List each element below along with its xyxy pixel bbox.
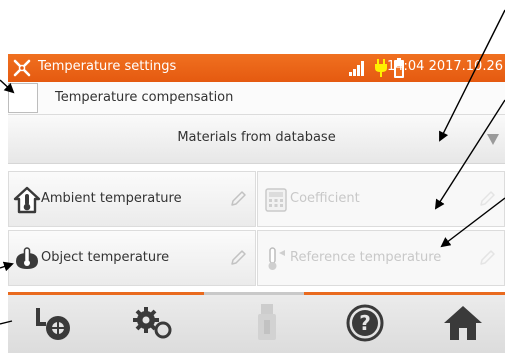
temperature-compensation-row[interactable]: Temperature compensation (8, 82, 505, 115)
plug-icon (375, 59, 387, 77)
pencil-icon (231, 191, 246, 206)
object-temperature-button[interactable]: Object temperature (8, 230, 256, 286)
object-thermometer-icon (16, 247, 38, 269)
pencil-icon (480, 191, 495, 206)
tools-icon (13, 59, 31, 77)
pencil-icon (480, 250, 495, 265)
pencil-icon (231, 250, 246, 265)
measurement-mode-icon[interactable] (32, 300, 78, 346)
tile-label: Object temperature (41, 250, 170, 265)
device-screen: Temperature settings 14:04 2017.10.26 Te… (8, 54, 505, 353)
clock: 14:04 2017.10.26 (386, 59, 503, 74)
reference-thermometer-icon (268, 247, 285, 270)
settings-gears-icon[interactable] (130, 300, 176, 346)
screen-title: Temperature settings (38, 59, 177, 74)
chevron-down-icon (487, 134, 499, 145)
reference-temperature-button[interactable]: Reference temperature (257, 230, 505, 286)
svg-text:?: ? (359, 311, 371, 335)
home-icon[interactable] (440, 300, 486, 346)
bottom-toolbar: ? (8, 292, 505, 353)
house-thermometer-icon (13, 186, 41, 214)
calculator-icon (265, 188, 287, 212)
tile-label: Ambient temperature (41, 191, 182, 206)
tile-label: Reference temperature (290, 250, 442, 265)
status-bar: Temperature settings 14:04 2017.10.26 (8, 54, 505, 82)
usb-memory-icon (258, 304, 276, 340)
compensation-label: Temperature compensation (55, 90, 234, 105)
help-icon[interactable]: ? (342, 300, 388, 346)
materials-dropdown[interactable]: Materials from database (8, 115, 505, 164)
tile-label: Coefficient (290, 191, 360, 206)
ambient-temperature-button[interactable]: Ambient temperature (8, 171, 256, 227)
materials-selected-value: Materials from database (177, 130, 336, 145)
signal-icon (349, 61, 364, 76)
coefficient-button[interactable]: Coefficient (257, 171, 505, 227)
toolbar-accent-gap (204, 292, 304, 295)
compensation-checkbox[interactable] (8, 83, 38, 113)
